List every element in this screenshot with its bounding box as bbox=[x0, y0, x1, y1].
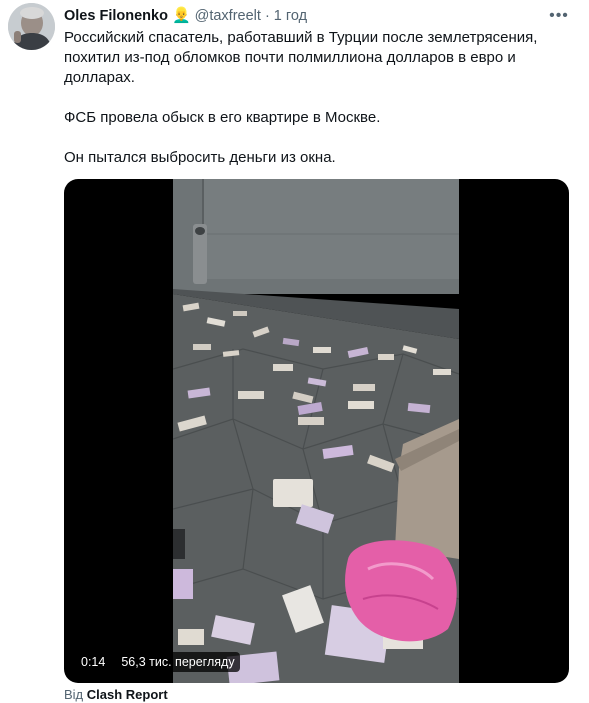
author-name[interactable]: Oles Filonenko bbox=[64, 6, 168, 26]
tweet-paragraph: Он пытался выбросить деньги из окна. bbox=[64, 149, 336, 166]
tweet-timestamp[interactable]: 1 год bbox=[274, 6, 307, 26]
tweet-header: Oles Filonenko 👱‍♂️ @taxfreelt · 1 год bbox=[64, 6, 307, 26]
video-duration: 0:14 bbox=[76, 652, 111, 672]
media-source: Від Clash Report bbox=[64, 687, 168, 703]
video-overlay: 0:14 56,3 тис. перегляду bbox=[76, 652, 240, 674]
more-options-icon[interactable]: ••• bbox=[544, 5, 574, 27]
tweet[interactable]: Oles Filonenko 👱‍♂️ @taxfreelt · 1 год •… bbox=[0, 0, 589, 702]
tweet-text: Российский спасатель, работавший в Турци… bbox=[64, 28, 569, 168]
avatar[interactable] bbox=[8, 3, 55, 50]
video-frame[interactable] bbox=[173, 179, 459, 683]
author-handle[interactable]: @taxfreelt bbox=[195, 6, 261, 26]
tweet-paragraph: Российский спасатель, работавший в Турци… bbox=[64, 29, 538, 86]
source-account-link[interactable]: Clash Report bbox=[87, 687, 168, 702]
separator-dot: · bbox=[264, 8, 270, 24]
person-emoji-icon: 👱‍♂️ bbox=[171, 7, 191, 24]
source-prefix: Від bbox=[64, 687, 84, 702]
tweet-paragraph: ФСБ провела обыск в его квартире в Москв… bbox=[64, 109, 381, 126]
video-view-count: 56,3 тис. перегляду bbox=[116, 652, 240, 672]
video-player[interactable]: 0:14 56,3 тис. перегляду bbox=[64, 179, 569, 683]
